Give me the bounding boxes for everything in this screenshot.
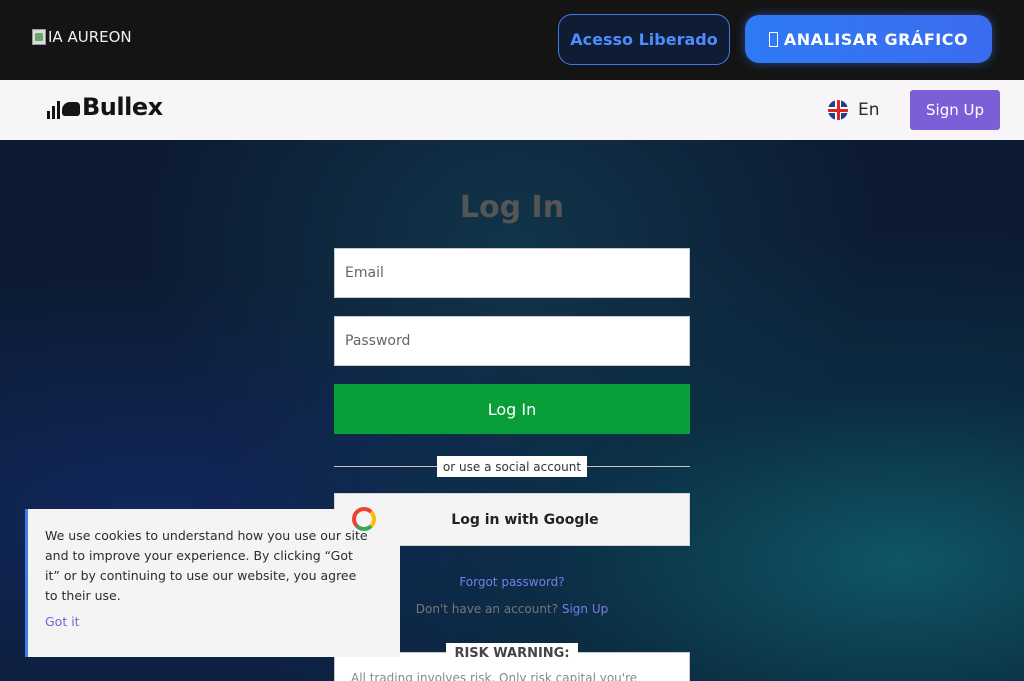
no-account-label: Don't have an account?	[415, 602, 558, 616]
login-button[interactable]: Log In	[334, 384, 690, 434]
email-field[interactable]: Email	[334, 248, 690, 298]
social-divider-label: or use a social account	[437, 456, 587, 477]
bullex-logo[interactable]: Bullex	[47, 95, 163, 119]
analisar-grafico-button[interactable]: ANALISAR GRÁFICO	[745, 15, 992, 63]
cookie-accept-button[interactable]: Got it	[45, 614, 80, 629]
email-placeholder: Email	[345, 265, 384, 281]
signup-link[interactable]: Sign Up	[562, 602, 608, 616]
language-label: En	[858, 100, 880, 120]
language-selector[interactable]: En	[828, 100, 880, 120]
aureon-logo[interactable]: IA AUREON	[32, 28, 132, 46]
bull-icon	[62, 102, 80, 116]
password-field[interactable]: Password	[334, 316, 690, 366]
page-title: Log In	[459, 190, 565, 225]
chart-icon	[768, 31, 778, 47]
risk-warning-label: RISK WARNING:	[446, 643, 578, 663]
analisar-grafico-label: ANALISAR GRÁFICO	[783, 29, 969, 49]
acesso-liberado-button[interactable]: Acesso Liberado	[558, 14, 730, 65]
cookie-text: We use cookies to understand how you use…	[45, 528, 368, 603]
risk-warning-text: All trading involves risk. Only risk cap…	[351, 671, 638, 681]
google-login-label: Log in with Google	[451, 511, 599, 528]
broken-image-icon	[32, 29, 46, 45]
google-icon	[352, 507, 376, 531]
brand-name: Bullex	[82, 93, 163, 121]
uk-flag-icon	[828, 100, 848, 120]
chart-bars-icon	[47, 95, 60, 119]
password-placeholder: Password	[345, 333, 411, 349]
header-signup-button[interactable]: Sign Up	[910, 90, 1000, 130]
aureon-logo-alt: IA AUREON	[48, 28, 132, 46]
cookie-banner: We use cookies to understand how you use…	[25, 509, 400, 657]
